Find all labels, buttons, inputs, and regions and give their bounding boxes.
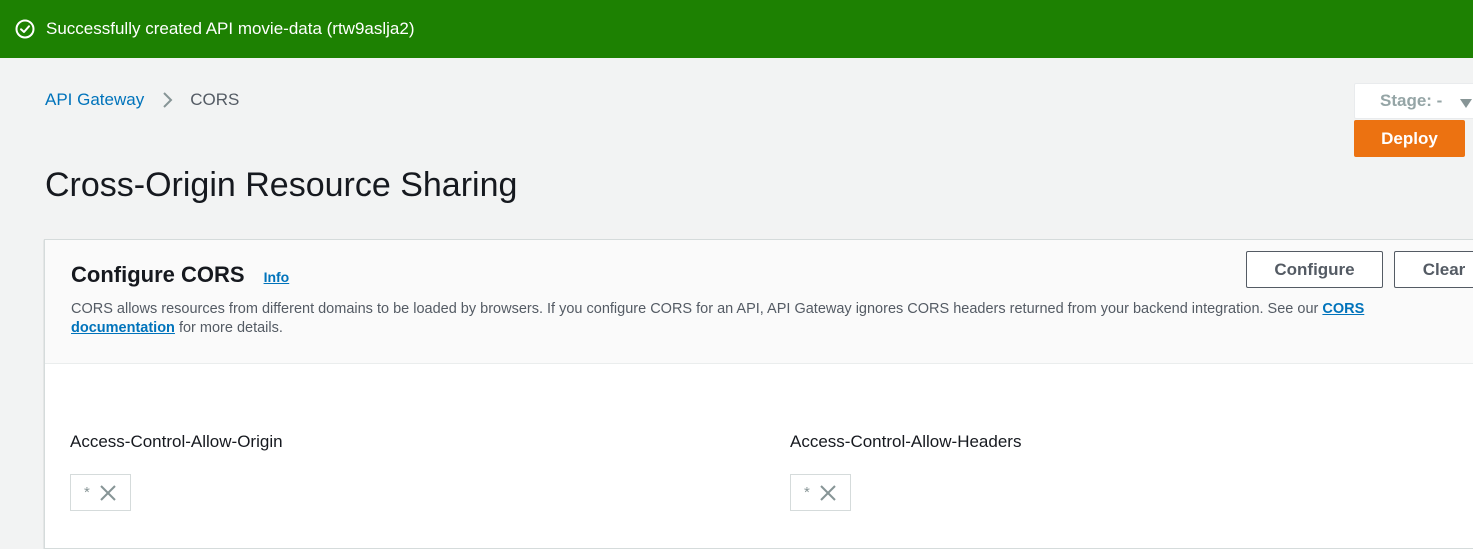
panel-title: Configure CORS	[71, 262, 245, 287]
stage-select[interactable]: Stage: -	[1354, 83, 1473, 119]
allow-headers-token-value: *	[804, 484, 810, 501]
page-title: Cross-Origin Resource Sharing	[45, 166, 518, 204]
breadcrumb: API Gateway CORS	[45, 90, 239, 110]
allow-origin-token: *	[70, 474, 131, 511]
breadcrumb-current-cors: CORS	[190, 90, 240, 109]
allow-headers-label: Access-Control-Allow-Headers	[790, 432, 1022, 451]
allow-origin-label: Access-Control-Allow-Origin	[70, 432, 283, 451]
close-icon[interactable]	[99, 484, 117, 502]
flash-message: Successfully created API movie-data (rtw…	[46, 19, 415, 38]
breadcrumb-link-api-gateway[interactable]: API Gateway	[45, 90, 144, 110]
info-link[interactable]: Info	[264, 269, 290, 285]
configure-cors-panel: Configure CORS Info CORS allows resource…	[44, 239, 1473, 549]
success-flash-banner: Successfully created API movie-data (rtw…	[0, 0, 1473, 58]
allow-headers-token: *	[790, 474, 851, 511]
panel-header: Configure CORS Info CORS allows resource…	[45, 240, 1473, 364]
deploy-button[interactable]: Deploy	[1354, 120, 1465, 157]
close-icon[interactable]	[819, 484, 837, 502]
panel-description: CORS allows resources from different dom…	[71, 300, 1431, 338]
panel-title-row: Configure CORS Info	[71, 262, 289, 288]
configure-button[interactable]: Configure	[1246, 251, 1383, 288]
cors-doc-link-part2[interactable]: documentation	[71, 320, 175, 336]
allow-headers-field: Access-Control-Allow-Headers *	[790, 432, 1021, 511]
description-suffix: for more details.	[174, 320, 283, 336]
allow-origin-token-value: *	[84, 484, 90, 501]
clear-button[interactable]: Clear	[1394, 251, 1473, 288]
description-prefix: CORS allows resources from different dom…	[71, 301, 1323, 317]
allow-origin-field: Access-Control-Allow-Origin *	[70, 432, 283, 511]
check-circle-icon	[14, 18, 36, 40]
stage-select-value: Stage: -	[1380, 91, 1443, 110]
caret-down-icon	[1459, 95, 1473, 115]
cors-doc-link-part1[interactable]: CORS	[1322, 301, 1364, 317]
chevron-right-icon	[144, 91, 190, 109]
